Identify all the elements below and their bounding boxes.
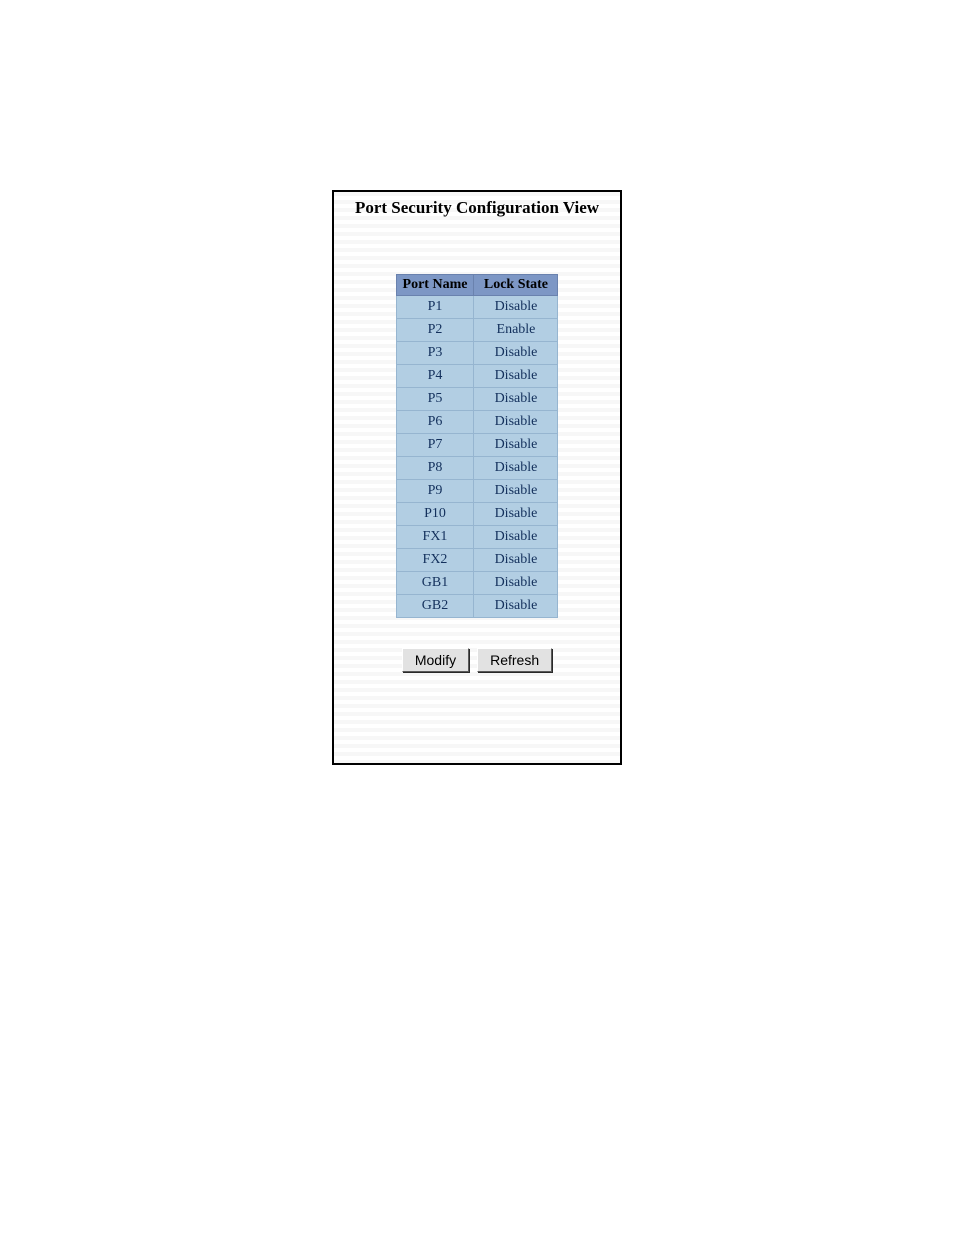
table-wrapper: Port Name Lock State P1DisableP2EnableP3… <box>334 274 620 618</box>
table-row: P8Disable <box>396 457 558 480</box>
lock-state-cell: Disable <box>474 434 558 457</box>
table-row: FX1Disable <box>396 526 558 549</box>
port-security-panel: Port Security Configuration View Port Na… <box>332 190 622 765</box>
port-name-cell: FX1 <box>396 526 474 549</box>
port-name-cell: P1 <box>396 296 474 319</box>
lock-state-cell: Disable <box>474 480 558 503</box>
lock-state-cell: Disable <box>474 595 558 618</box>
port-name-cell: GB1 <box>396 572 474 595</box>
lock-state-cell: Enable <box>474 319 558 342</box>
table-row: P6Disable <box>396 411 558 434</box>
refresh-button[interactable]: Refresh <box>477 648 552 672</box>
button-row: Modify Refresh <box>334 648 620 672</box>
lock-state-cell: Disable <box>474 526 558 549</box>
table-row: P7Disable <box>396 434 558 457</box>
panel-title: Port Security Configuration View <box>334 198 620 218</box>
port-name-cell: P8 <box>396 457 474 480</box>
table-row: P9Disable <box>396 480 558 503</box>
lock-state-cell: Disable <box>474 457 558 480</box>
lock-state-cell: Disable <box>474 572 558 595</box>
lock-state-cell: Disable <box>474 388 558 411</box>
table-row: P2Enable <box>396 319 558 342</box>
port-name-cell: P7 <box>396 434 474 457</box>
table-row: FX2Disable <box>396 549 558 572</box>
port-name-cell: P5 <box>396 388 474 411</box>
port-name-cell: P9 <box>396 480 474 503</box>
port-name-cell: P6 <box>396 411 474 434</box>
lock-state-cell: Disable <box>474 503 558 526</box>
port-name-cell: P4 <box>396 365 474 388</box>
table-row: P10Disable <box>396 503 558 526</box>
port-name-cell: P10 <box>396 503 474 526</box>
header-lock-state: Lock State <box>474 275 558 296</box>
modify-button[interactable]: Modify <box>402 648 469 672</box>
lock-state-cell: Disable <box>474 296 558 319</box>
table-row: P5Disable <box>396 388 558 411</box>
port-name-cell: P2 <box>396 319 474 342</box>
lock-state-cell: Disable <box>474 411 558 434</box>
table-row: P3Disable <box>396 342 558 365</box>
lock-state-cell: Disable <box>474 365 558 388</box>
table-row: P1Disable <box>396 296 558 319</box>
port-name-cell: P3 <box>396 342 474 365</box>
table-row: GB2Disable <box>396 595 558 618</box>
port-security-table: Port Name Lock State P1DisableP2EnableP3… <box>396 274 559 618</box>
table-row: GB1Disable <box>396 572 558 595</box>
header-port-name: Port Name <box>396 275 474 296</box>
table-row: P4Disable <box>396 365 558 388</box>
lock-state-cell: Disable <box>474 549 558 572</box>
port-name-cell: GB2 <box>396 595 474 618</box>
port-name-cell: FX2 <box>396 549 474 572</box>
lock-state-cell: Disable <box>474 342 558 365</box>
